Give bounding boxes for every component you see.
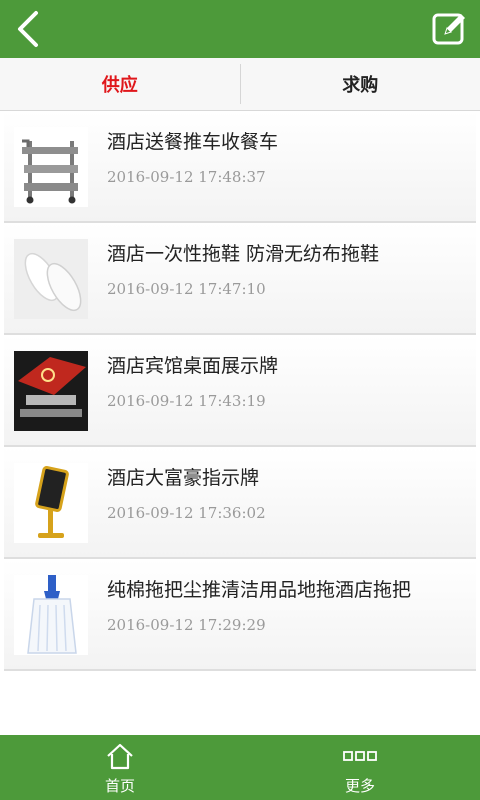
more-icon — [343, 751, 377, 761]
tab-supply[interactable]: 供应 — [0, 58, 240, 110]
home-icon — [107, 743, 133, 770]
nav-home-label: 首页 — [104, 777, 135, 795]
edit-icon — [432, 13, 465, 45]
top-app-bar — [0, 0, 480, 58]
item-title: 酒店大富豪指示牌 — [107, 467, 260, 489]
item-title: 酒店一次性拖鞋 防滑无纺布拖鞋 — [107, 243, 380, 265]
nav-more-label: 更多 — [344, 777, 375, 795]
sign-stand-icon — [35, 466, 69, 538]
desk-sign-icon — [14, 351, 88, 431]
cart-icon — [22, 139, 78, 204]
product-list: 酒店送餐推车收餐车 2016-09-12 17:48:37 酒店一次性拖鞋 防滑… — [4, 111, 476, 671]
tab-bar: 供应 求购 — [0, 58, 480, 111]
back-button[interactable] — [8, 7, 52, 51]
item-date: 2016-09-12 17:47:10 — [107, 280, 266, 298]
list-item[interactable]: 酒店大富豪指示牌 2016-09-12 17:36:02 — [4, 447, 476, 559]
product-thumbnail — [14, 239, 88, 319]
item-date: 2016-09-12 17:43:19 — [107, 392, 266, 410]
product-thumbnail — [14, 575, 88, 655]
product-thumbnail — [14, 127, 88, 207]
edit-button[interactable] — [428, 7, 472, 51]
item-date: 2016-09-12 17:29:29 — [107, 616, 266, 634]
mop-icon — [27, 575, 77, 654]
nav-home[interactable]: 首页 — [0, 735, 240, 800]
nav-more[interactable]: 更多 — [240, 735, 480, 800]
item-title: 酒店送餐推车收餐车 — [107, 131, 279, 153]
item-date: 2016-09-12 17:48:37 — [107, 168, 266, 186]
item-title: 酒店宾馆桌面展示牌 — [107, 355, 279, 377]
tab-purchase[interactable]: 求购 — [241, 58, 480, 110]
list-item[interactable]: 纯棉拖把尘推清洁用品地拖酒店拖把 2016-09-12 17:29:29 — [4, 559, 476, 671]
list-item[interactable]: 酒店宾馆桌面展示牌 2016-09-12 17:43:19 — [4, 335, 476, 447]
list-item[interactable]: 酒店一次性拖鞋 防滑无纺布拖鞋 2016-09-12 17:47:10 — [4, 223, 476, 335]
item-date: 2016-09-12 17:36:02 — [107, 504, 266, 522]
product-thumbnail — [14, 351, 88, 431]
slippers-icon — [14, 239, 88, 319]
item-title: 纯棉拖把尘推清洁用品地拖酒店拖把 — [107, 579, 412, 601]
bottom-nav-bar: 首页 更多 — [0, 735, 480, 800]
chevron-left-icon — [18, 11, 38, 47]
product-thumbnail — [14, 463, 88, 543]
list-item[interactable]: 酒店送餐推车收餐车 2016-09-12 17:48:37 — [4, 111, 476, 223]
